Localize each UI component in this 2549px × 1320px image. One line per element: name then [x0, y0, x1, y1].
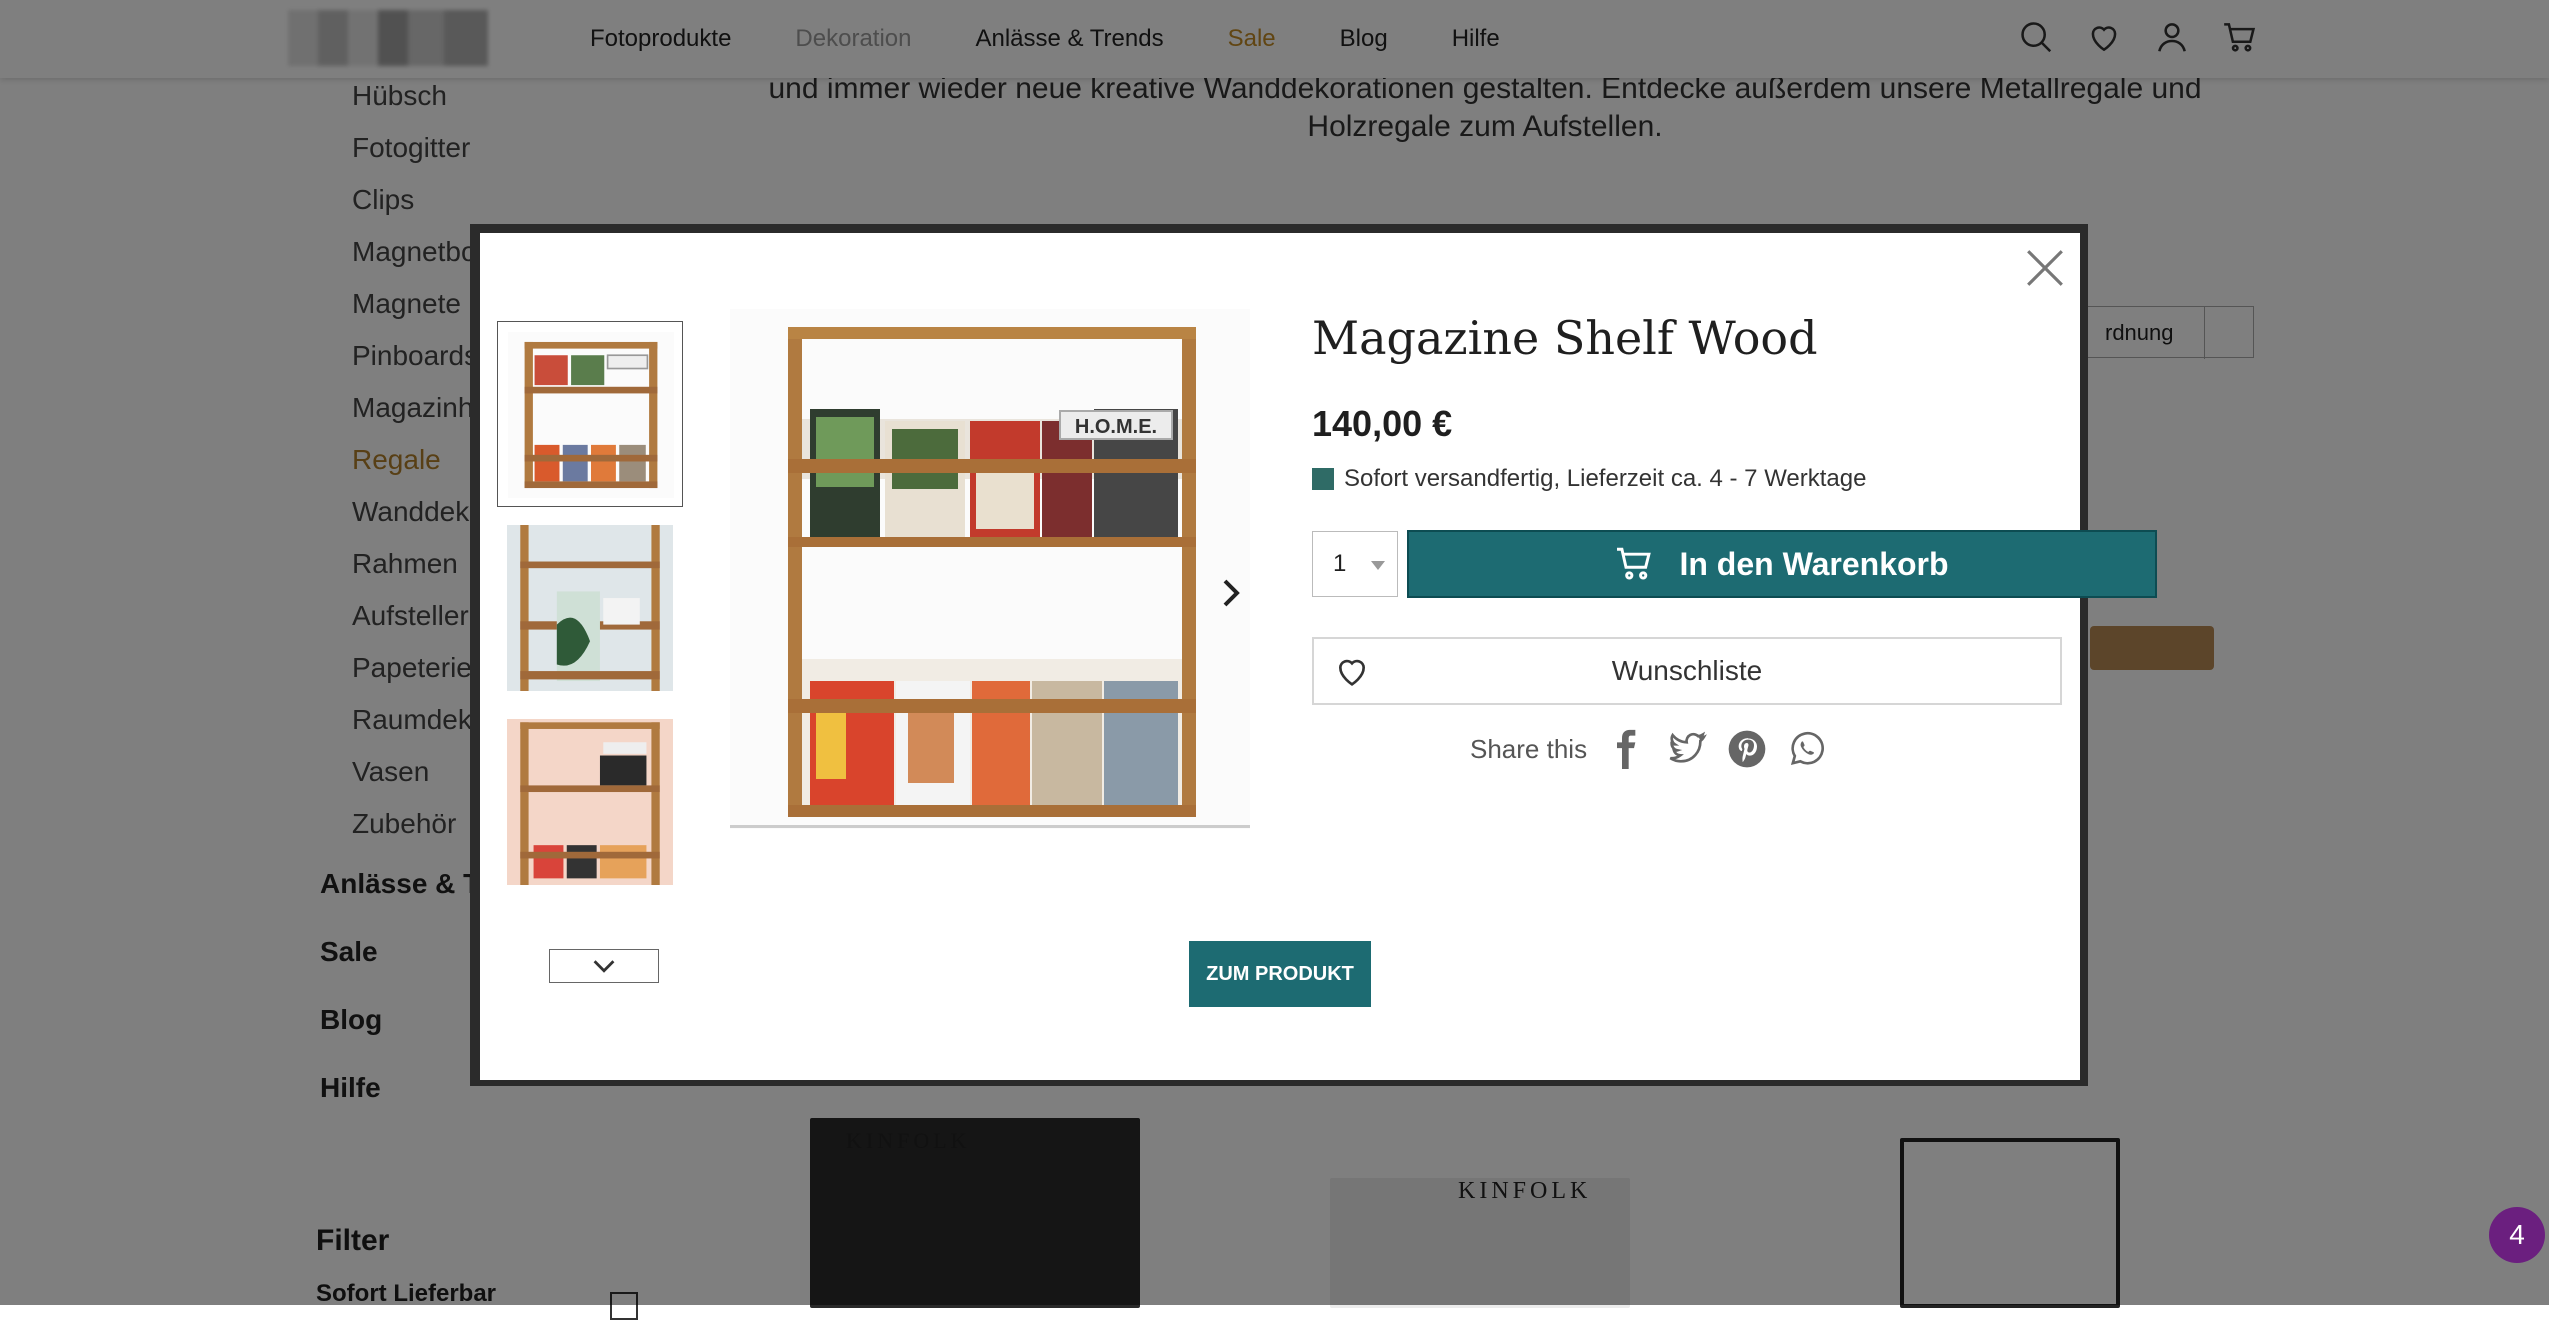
heart-icon	[1338, 659, 1366, 686]
notification-badge[interactable]: 4	[2489, 1207, 2545, 1263]
wishlist-button[interactable]: Wunschliste	[1312, 637, 2062, 705]
product-title: Magazine Shelf Wood	[1312, 311, 1818, 365]
pinterest-icon[interactable]	[1727, 729, 1767, 769]
facebook-icon[interactable]	[1607, 729, 1647, 769]
quantity-select[interactable]: 1	[1312, 531, 1398, 597]
thumbnail-2[interactable]	[497, 515, 683, 701]
share-bar: Share this	[1470, 729, 1827, 769]
chevron-down-icon	[593, 960, 615, 973]
quantity-value: 1	[1333, 550, 1347, 577]
to-product-button[interactable]: ZUM PRODUKT	[1189, 941, 1371, 1007]
add-to-cart-button[interactable]: In den Warenkorb	[1407, 530, 2157, 598]
quickview-modal: H.O.M.E. Magazine Shelf Wood 140,00 € So…	[480, 233, 2157, 1080]
add-to-cart-label: In den Warenkorb	[1679, 545, 1949, 582]
thumbnail-scroll-down[interactable]	[549, 949, 659, 983]
stock-text: Sofort versandfertig, Lieferzeit ca. 4 -…	[1344, 465, 1867, 492]
close-icon[interactable]	[2024, 247, 2066, 289]
share-label: Share this	[1470, 733, 1588, 764]
product-main-image[interactable]: H.O.M.E.	[730, 309, 1250, 829]
shelf-thumbnail-image	[508, 332, 674, 498]
thumbnail-3[interactable]	[497, 709, 683, 895]
stock-status: Sofort versandfertig, Lieferzeit ca. 4 -…	[1312, 465, 1866, 493]
whatsapp-icon[interactable]	[1787, 729, 1827, 769]
cart-icon	[1617, 547, 1652, 580]
stock-indicator-icon	[1312, 468, 1334, 490]
shelf-thumbnail-image	[507, 719, 673, 885]
product-price: 140,00 €	[1312, 403, 1453, 444]
shelf-label: H.O.M.E.	[1075, 416, 1157, 438]
caret-down-icon	[1371, 561, 1385, 570]
chevron-right-icon[interactable]	[1217, 573, 1247, 613]
shelf-thumbnail-image	[507, 525, 673, 691]
wishlist-label: Wunschliste	[1611, 655, 1763, 686]
twitter-icon[interactable]	[1667, 729, 1708, 769]
thumbnail-1[interactable]	[497, 321, 683, 507]
